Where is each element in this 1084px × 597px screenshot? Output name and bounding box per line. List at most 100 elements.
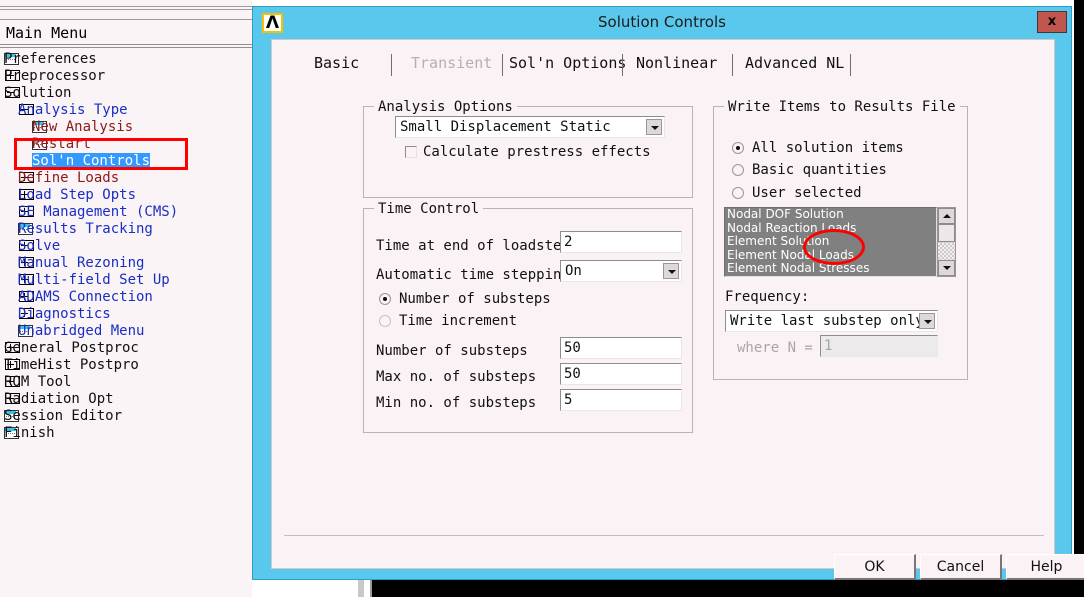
frequency-select[interactable]: Write last substep only — [725, 310, 938, 332]
main-menu-panel: Main Menu Preferences Preprocessor Solutio… — [0, 0, 252, 597]
menu-item-label: General Postproc — [4, 339, 139, 356]
menu-item-finish[interactable]: Finish — [0, 424, 252, 441]
menu-item-label: SE Management (CMS) — [18, 203, 179, 220]
menu-item-solution[interactable]: Solution — [0, 84, 252, 101]
menu-item-timehist-postpro[interactable]: TimeHist Postpro — [0, 356, 252, 373]
tab-bar: Basic Transient Sol'n Options Nonlinear … — [272, 48, 1056, 84]
menu-item-preprocessor[interactable]: Preprocessor — [0, 67, 252, 84]
prestress-label: Calculate prestress effects — [423, 144, 651, 160]
menu-item-label: Sol'n Controls — [32, 152, 151, 169]
write-items-group-label: Write Items to Results File — [724, 100, 960, 114]
menu-item-label: ADAMS Connection — [18, 288, 153, 305]
time-control-group-label: Time Control — [374, 202, 484, 216]
radio-basic-quantities[interactable] — [732, 164, 744, 176]
list-item[interactable]: Element Solution — [725, 235, 936, 249]
where-n-input: 1 — [820, 335, 938, 357]
main-menu-title: Main Menu — [0, 22, 252, 44]
ok-button[interactable]: OK — [834, 554, 916, 580]
menu-item-label: Define Loads — [18, 169, 120, 186]
max-substeps-input[interactable]: 50 — [560, 363, 682, 385]
menu-item-unabridged-menu[interactable]: Unabridged Menu — [0, 322, 252, 339]
list-item[interactable]: Nodal DOF Solution — [725, 208, 936, 222]
menu-item-label: Preprocessor — [4, 67, 106, 84]
chevron-down-icon[interactable] — [919, 313, 935, 329]
radio-user-selected-label: User selected — [752, 185, 862, 201]
frequency-label: Frequency: — [725, 289, 810, 305]
menu-item-diagnostics[interactable]: Diagnostics — [0, 305, 252, 322]
analysis-type-select[interactable]: Small Displacement Static — [395, 116, 665, 138]
auto-time-select[interactable]: On — [560, 260, 682, 282]
tab-transient: Transient — [411, 54, 493, 72]
menu-item-label: Solution — [4, 84, 72, 101]
menu-item-label: Multi-field Set Up — [18, 271, 170, 288]
cancel-button[interactable]: Cancel — [920, 554, 1002, 580]
tab-separator-1 — [391, 54, 392, 76]
listbox-scrollbar[interactable] — [937, 207, 956, 277]
menu-item-label: Analysis Type — [18, 101, 128, 118]
tab-nonlinear[interactable]: Nonlinear — [636, 48, 717, 78]
menu-item-adams-connection[interactable]: ADAMS Connection — [0, 288, 252, 305]
scroll-up-icon[interactable] — [938, 208, 955, 224]
menu-item-label: Diagnostics — [18, 305, 111, 322]
menu-item-multi-field-set-up[interactable]: Multi-field Set Up — [0, 271, 252, 288]
menu-item-new-analysis[interactable]: New Analysis — [0, 118, 252, 135]
menu-item-solve[interactable]: Solve — [0, 237, 252, 254]
menu-item-label: Load Step Opts — [18, 186, 137, 203]
menu-item-session-editor[interactable]: Session Editor — [0, 407, 252, 424]
menu-item-manual-rezoning[interactable]: Manual Rezoning — [0, 254, 252, 271]
menu-header-rule-2 — [0, 47, 252, 48]
radio-number-of-substeps-label: Number of substeps — [399, 291, 551, 307]
menu-item-results-tracking[interactable]: Results Tracking — [0, 220, 252, 237]
radio-all-solution-items[interactable] — [732, 142, 744, 154]
menu-item-label: Preferences — [4, 50, 97, 67]
auto-time-value: On — [565, 263, 582, 279]
tab-advanced-nl[interactable]: Advanced NL — [745, 48, 844, 78]
max-substeps-label: Max no. of substeps — [376, 369, 537, 385]
menu-item-analysis-type[interactable]: Analysis Type — [0, 101, 252, 118]
footer-separator — [284, 535, 1044, 536]
menu-item-sol-n-controls[interactable]: Sol'n Controls — [0, 152, 252, 169]
list-item[interactable]: Nodal Reaction Loads — [725, 221, 936, 236]
menu-item-label: Finish — [4, 424, 55, 441]
list-item[interactable]: Element Nodal Loads — [725, 248, 936, 263]
where-n-label: where N = — [737, 340, 813, 356]
radio-user-selected[interactable] — [732, 187, 744, 199]
menu-item-general-postproc[interactable]: General Postproc — [0, 339, 252, 356]
menu-item-load-step-opts[interactable]: Load Step Opts — [0, 186, 252, 203]
chevron-down-icon[interactable] — [663, 263, 679, 279]
menu-item-define-loads[interactable]: Define Loads — [0, 169, 252, 186]
solution-controls-dialog: Solution Controls Λ x Basic Transient So… — [252, 6, 1084, 580]
menu-item-radiation-opt[interactable]: Radiation Opt — [0, 390, 252, 407]
menu-item-label: Manual Rezoning — [18, 254, 145, 271]
ansys-logo-icon: Λ — [262, 13, 283, 33]
close-icon[interactable]: x — [1037, 11, 1067, 33]
write-items-listbox[interactable]: Nodal DOF Solution Nodal Reaction Loads El… — [724, 207, 937, 277]
menu-item-label: Solve — [18, 237, 61, 254]
min-substeps-input[interactable]: 5 — [560, 389, 682, 411]
analysis-type-value: Small Displacement Static — [400, 119, 611, 135]
list-item[interactable]: Element Nodal Stresses — [725, 262, 936, 276]
scrollbar-thumb[interactable] — [938, 224, 955, 242]
auto-time-label: Automatic time stepping — [376, 267, 570, 283]
help-button[interactable]: Help — [1006, 554, 1084, 580]
menu-item-label: ROM Tool — [4, 373, 72, 390]
background-app-bottom-bar — [370, 578, 1084, 597]
menu-item-preferences[interactable]: Preferences — [0, 50, 252, 67]
menu-top-rule-2 — [0, 9, 252, 10]
dialog-body: Basic Transient Sol'n Options Nonlinear … — [271, 39, 1084, 580]
time-end-input[interactable]: 2 — [560, 231, 682, 253]
tab-soln-options[interactable]: Sol'n Options — [509, 48, 626, 78]
tab-basic[interactable]: Basic — [314, 48, 359, 78]
menu-item-restart[interactable]: Restart — [0, 135, 252, 152]
menu-item-se-management-cms[interactable]: SE Management (CMS) — [0, 203, 252, 220]
radio-number-of-substeps[interactable] — [379, 293, 391, 305]
chevron-down-icon[interactable] — [646, 119, 662, 135]
radio-time-increment[interactable] — [379, 315, 391, 327]
menu-item-rom-tool[interactable]: ROM Tool — [0, 373, 252, 390]
menu-item-label: TimeHist Postpro — [4, 356, 139, 373]
num-substeps-input[interactable]: 50 — [560, 337, 682, 359]
prestress-checkbox[interactable] — [405, 146, 417, 158]
tab-separator-2 — [502, 54, 503, 76]
menu-item-label: Session Editor — [4, 407, 123, 424]
scroll-down-icon[interactable] — [938, 260, 955, 276]
